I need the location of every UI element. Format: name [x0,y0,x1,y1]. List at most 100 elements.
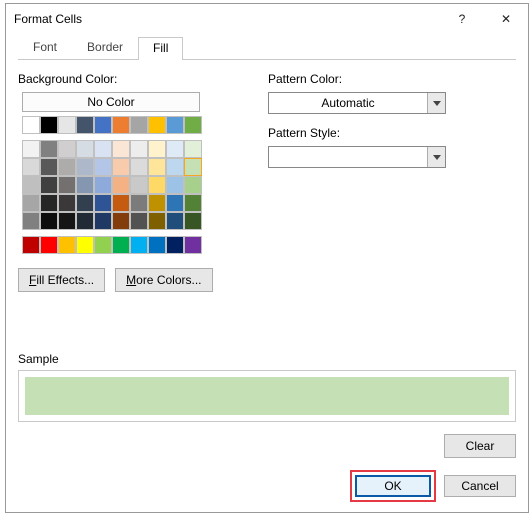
color-swatch[interactable] [166,116,184,134]
color-swatch[interactable] [148,194,166,212]
color-swatch[interactable] [58,236,76,254]
color-swatch[interactable] [166,212,184,230]
color-swatch[interactable] [166,176,184,194]
fill-buttons-row: Fill Effects... More Colors... [18,268,268,292]
color-swatch[interactable] [148,140,166,158]
color-swatch[interactable] [184,176,202,194]
color-swatch[interactable] [148,212,166,230]
color-swatch[interactable] [184,116,202,134]
color-swatch[interactable] [130,236,148,254]
color-swatch[interactable] [112,140,130,158]
sample-preview [25,377,509,415]
color-swatch[interactable] [40,176,58,194]
close-button[interactable]: ✕ [484,4,528,34]
color-swatch[interactable] [58,176,76,194]
color-swatch[interactable] [58,158,76,176]
ok-highlight: OK [350,470,436,502]
color-swatch[interactable] [166,158,184,176]
color-swatch[interactable] [184,158,202,176]
pattern-color-dropdown[interactable]: Automatic [268,92,446,114]
color-swatch[interactable] [76,176,94,194]
color-swatch[interactable] [22,212,40,230]
color-swatch[interactable] [184,236,202,254]
color-swatch[interactable] [94,116,112,134]
color-swatch[interactable] [130,140,148,158]
color-swatch[interactable] [22,176,40,194]
color-swatch[interactable] [130,116,148,134]
pattern-color-label: Pattern Color: [268,72,516,86]
color-swatch[interactable] [40,194,58,212]
color-swatch[interactable] [76,194,94,212]
color-swatch[interactable] [130,176,148,194]
color-swatch[interactable] [94,140,112,158]
clear-button[interactable]: Clear [444,434,516,458]
chevron-down-icon [427,147,445,167]
theme-accent-row [22,116,202,134]
color-swatch[interactable] [40,158,58,176]
color-swatch[interactable] [130,212,148,230]
color-swatch[interactable] [112,194,130,212]
color-swatch[interactable] [94,212,112,230]
color-swatch[interactable] [94,194,112,212]
color-swatch[interactable] [112,236,130,254]
color-swatch[interactable] [184,140,202,158]
help-button[interactable]: ? [440,4,484,34]
color-swatch[interactable] [148,158,166,176]
color-swatch[interactable] [22,116,40,134]
color-swatch[interactable] [40,236,58,254]
color-swatch[interactable] [184,212,202,230]
tab-font[interactable]: Font [18,36,72,59]
color-swatch[interactable] [76,116,94,134]
more-colors-button[interactable]: More Colors... [115,268,212,292]
color-swatch[interactable] [22,158,40,176]
color-swatch[interactable] [112,176,130,194]
color-swatch[interactable] [94,176,112,194]
color-swatch[interactable] [76,212,94,230]
color-swatch[interactable] [184,194,202,212]
sample-box [18,370,516,422]
color-swatch[interactable] [94,158,112,176]
color-swatch[interactable] [76,140,94,158]
color-swatch[interactable] [58,194,76,212]
color-swatch[interactable] [112,158,130,176]
color-swatch[interactable] [148,236,166,254]
tab-fill[interactable]: Fill [138,37,183,60]
color-swatch[interactable] [166,236,184,254]
cancel-button[interactable]: Cancel [444,475,516,497]
pattern-style-dropdown[interactable] [268,146,446,168]
color-swatch[interactable] [166,140,184,158]
window-title: Format Cells [14,12,440,26]
tab-strip: Font Border Fill [18,36,516,60]
clear-row: Clear [18,434,516,458]
no-color-button[interactable]: No Color [22,92,200,112]
color-swatch[interactable] [112,116,130,134]
color-swatch[interactable] [94,236,112,254]
tab-border[interactable]: Border [72,36,138,59]
color-swatch[interactable] [148,116,166,134]
left-column: Background Color: No Color Fill Effects.… [18,72,268,316]
color-swatch[interactable] [130,158,148,176]
color-swatch[interactable] [76,158,94,176]
fill-effects-button[interactable]: Fill Effects... [18,268,105,292]
color-swatch[interactable] [22,140,40,158]
color-swatch[interactable] [130,194,148,212]
color-swatch[interactable] [40,212,58,230]
color-swatch[interactable] [58,212,76,230]
color-swatch[interactable] [40,116,58,134]
color-swatch[interactable] [58,140,76,158]
color-swatch[interactable] [22,194,40,212]
dialog-buttons: OK Cancel [18,470,516,502]
chevron-down-icon [427,93,445,113]
color-swatch[interactable] [40,140,58,158]
color-swatch[interactable] [148,176,166,194]
ok-button[interactable]: OK [355,475,431,497]
color-swatch[interactable] [112,212,130,230]
color-swatch[interactable] [76,236,94,254]
color-swatch[interactable] [58,116,76,134]
pattern-color-value: Automatic [269,96,427,110]
sample-label: Sample [18,352,516,366]
content-area: Font Border Fill Background Color: No Co… [6,34,528,512]
pattern-style-label: Pattern Style: [268,126,516,140]
color-swatch[interactable] [166,194,184,212]
color-swatch[interactable] [22,236,40,254]
